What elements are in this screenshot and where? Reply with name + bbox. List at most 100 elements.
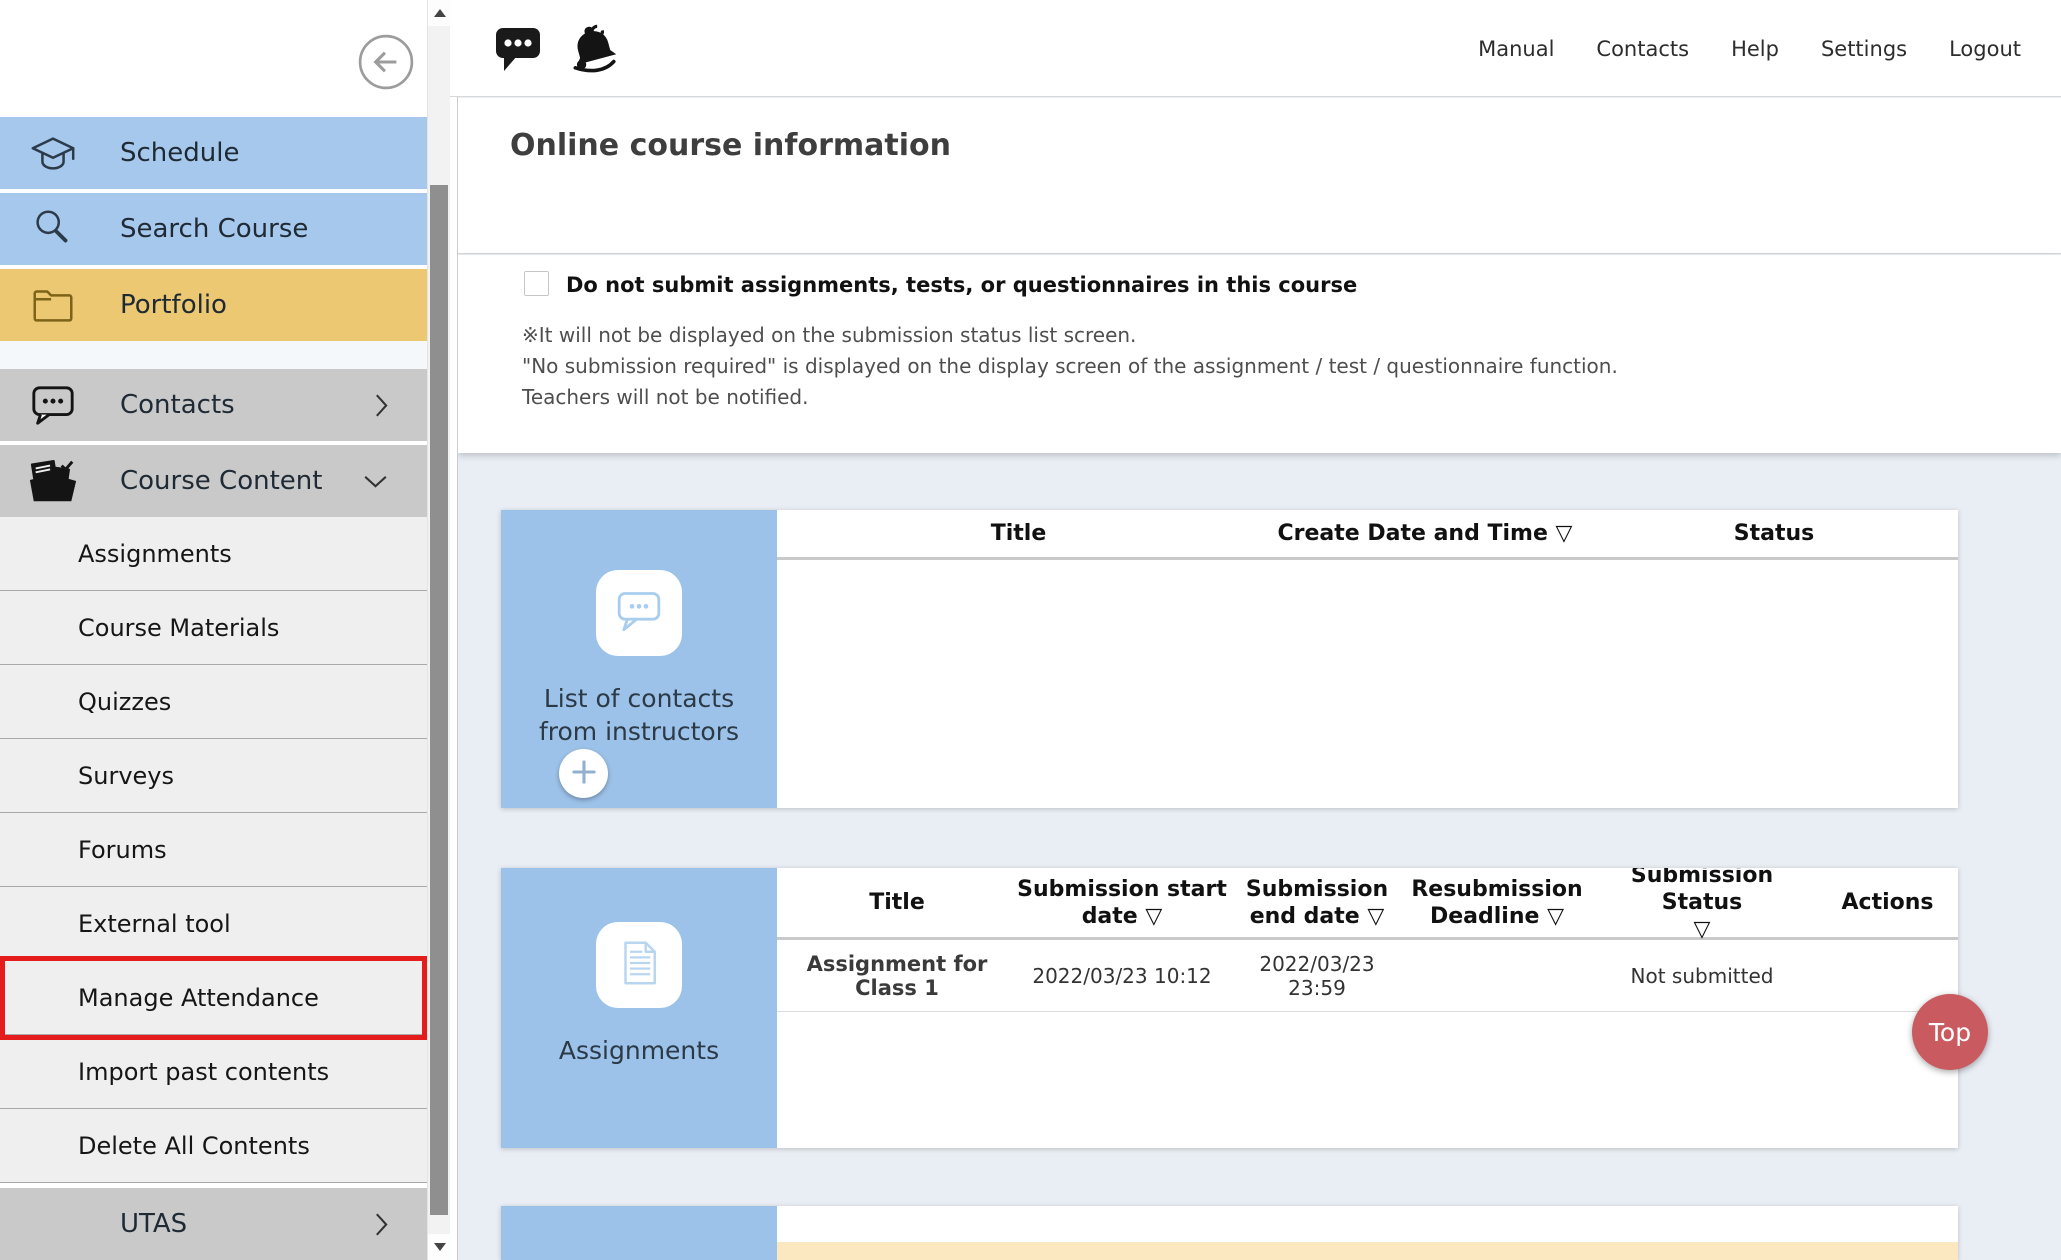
assignment-submission-end: 2022/03/23 23:59 (1227, 940, 1407, 1011)
contacts-panel: List of contacts from instructors (501, 510, 777, 808)
graduation-cap-icon (26, 126, 80, 180)
sidebar: Schedule Search Course Portfolio (0, 0, 427, 1260)
note-line: ※It will not be displayed on the submiss… (522, 320, 1618, 351)
sidebar-item-label: Delete All Contents (78, 1132, 310, 1160)
top-nav: Manual Contacts Help Settings Logout (1478, 0, 2021, 97)
column-header-create-date[interactable]: Create Date and Time ▽ (1260, 510, 1590, 557)
main-area: Manual Contacts Help Settings Logout Onl… (450, 0, 2061, 1260)
sidebar-item-external-tool[interactable]: External tool (0, 887, 427, 961)
add-contact-button[interactable] (559, 749, 608, 798)
sidebar-item-portfolio[interactable]: Portfolio (0, 269, 427, 341)
sidebar-item-label: Search Course (120, 214, 308, 244)
column-header-title[interactable]: Title (777, 510, 1260, 557)
title-section: Online course information (458, 98, 2061, 254)
sidebar-item-contacts[interactable]: Contacts (0, 369, 427, 441)
note-line: "No submission required" is displayed on… (522, 351, 1618, 382)
note-line: Teachers will not be notified. (522, 382, 1618, 413)
contacts-table-header: Title Create Date and Time ▽ Status (777, 510, 1958, 560)
sidebar-item-quizzes[interactable]: Quizzes (0, 665, 427, 739)
column-header-submission-start[interactable]: Submission start date ▽ (1017, 868, 1227, 937)
sidebar-item-label: Schedule (120, 138, 239, 168)
scroll-to-top-button[interactable]: Top (1912, 994, 1988, 1070)
chevron-right-icon (374, 1211, 389, 1238)
next-section-table (777, 1206, 1958, 1260)
scroll-to-top-label: Top (1929, 1018, 1971, 1047)
main-left-gap (450, 0, 457, 1260)
nav-settings[interactable]: Settings (1821, 37, 1907, 61)
sidebar-item-label: Portfolio (120, 290, 227, 320)
sidebar-item-course-content[interactable]: Course Content (0, 445, 427, 517)
sidebar-item-assignments[interactable]: Assignments (0, 517, 427, 591)
nav-manual[interactable]: Manual (1478, 37, 1554, 61)
page-title: Online course information (510, 128, 951, 163)
no-submit-checkbox[interactable] (524, 271, 549, 296)
no-submit-checkbox-label: Do not submit assignments, tests, or que… (566, 273, 1357, 297)
sidebar-item-schedule[interactable]: Schedule (0, 117, 427, 189)
scroll-up-button[interactable] (428, 0, 451, 26)
sidebar-item-utas[interactable]: UTAS (0, 1188, 427, 1260)
course-content-icon (26, 454, 80, 508)
nav-logout[interactable]: Logout (1949, 37, 2021, 61)
assignments-table: Title Submission start date ▽ Submission… (777, 868, 1958, 1148)
column-header-submission-status[interactable]: Submission Status ▽ (1587, 868, 1817, 937)
next-section-card (501, 1206, 1958, 1260)
scrollbar-thumb[interactable] (430, 185, 448, 1215)
folder-icon (26, 278, 80, 332)
contacts-card: List of contacts from instructors Title … (501, 510, 1958, 808)
column-header-actions[interactable]: Actions (1817, 868, 1958, 937)
triangle-down-icon (434, 1243, 446, 1251)
panel-label: Assignments (549, 1034, 729, 1067)
collapse-sidebar-button[interactable] (357, 33, 415, 91)
sidebar-divider (0, 341, 427, 369)
sidebar-item-search-course[interactable]: Search Course (0, 193, 427, 265)
scroll-down-button[interactable] (428, 1234, 451, 1260)
back-arrow-icon (357, 76, 415, 95)
course-content-submenu: Assignments Course Materials Quizzes Sur… (0, 517, 427, 1183)
plus-icon (562, 750, 606, 798)
assignment-submission-start: 2022/03/23 10:12 (1017, 940, 1227, 1011)
assignments-table-header: Title Submission start date ▽ Submission… (777, 868, 1958, 940)
next-section-highlight-row (777, 1242, 1958, 1260)
sidebar-item-label: Surveys (78, 762, 174, 790)
sidebar-item-manage-attendance[interactable]: Manage Attendance (0, 961, 427, 1035)
assignment-submission-status: Not submitted (1587, 940, 1817, 1011)
column-header-submission-end[interactable]: Submission end date ▽ (1227, 868, 1407, 937)
sidebar-item-label: External tool (78, 910, 231, 938)
sidebar-item-label: Contacts (120, 390, 235, 420)
speech-bubble-icon (26, 378, 80, 432)
sidebar-item-delete-all-contents[interactable]: Delete All Contents (0, 1109, 427, 1183)
chevron-down-icon (362, 474, 389, 489)
chat-icon[interactable] (494, 24, 542, 78)
bell-icon[interactable] (566, 18, 620, 78)
column-header-resubmission-deadline[interactable]: Resubmission Deadline ▽ (1407, 868, 1587, 937)
sidebar-item-label: Course Materials (78, 614, 279, 642)
notes: ※It will not be displayed on the submiss… (522, 320, 1618, 413)
topbar: Manual Contacts Help Settings Logout (450, 0, 2061, 97)
assignments-panel: Assignments (501, 868, 777, 1148)
panel-icon-tile (596, 922, 682, 1008)
column-header-title[interactable]: Title (777, 868, 1017, 937)
sidebar-item-label: UTAS (120, 1209, 187, 1239)
sidebar-item-forums[interactable]: Forums (0, 813, 427, 887)
nav-help[interactable]: Help (1731, 37, 1779, 61)
contacts-table: Title Create Date and Time ▽ Status (777, 510, 1958, 808)
panel-icon-tile (596, 570, 682, 656)
chat-outline-icon (611, 583, 667, 643)
sidebar-item-course-materials[interactable]: Course Materials (0, 591, 427, 665)
triangle-up-icon (434, 9, 446, 17)
chevron-right-icon (374, 392, 389, 419)
settings-section: Do not submit assignments, tests, or que… (458, 255, 2061, 453)
sidebar-item-label: Quizzes (78, 688, 171, 716)
nav-contacts[interactable]: Contacts (1596, 37, 1689, 61)
main-left-border (457, 0, 458, 1260)
assignment-title[interactable]: Assignment for Class 1 (777, 940, 1017, 1011)
sidebar-item-import-past-contents[interactable]: Import past contents (0, 1035, 427, 1109)
sidebar-item-surveys[interactable]: Surveys (0, 739, 427, 813)
document-icon (612, 936, 666, 994)
sidebar-item-label: Assignments (78, 540, 232, 568)
magnifier-icon (26, 202, 80, 256)
column-header-status[interactable]: Status (1590, 510, 1958, 557)
sidebar-scrollbar (427, 0, 450, 1260)
assignments-card: Assignments Title Submission start date … (501, 868, 1958, 1148)
assignment-row: Assignment for Class 1 2022/03/23 10:12 … (777, 940, 1958, 1012)
